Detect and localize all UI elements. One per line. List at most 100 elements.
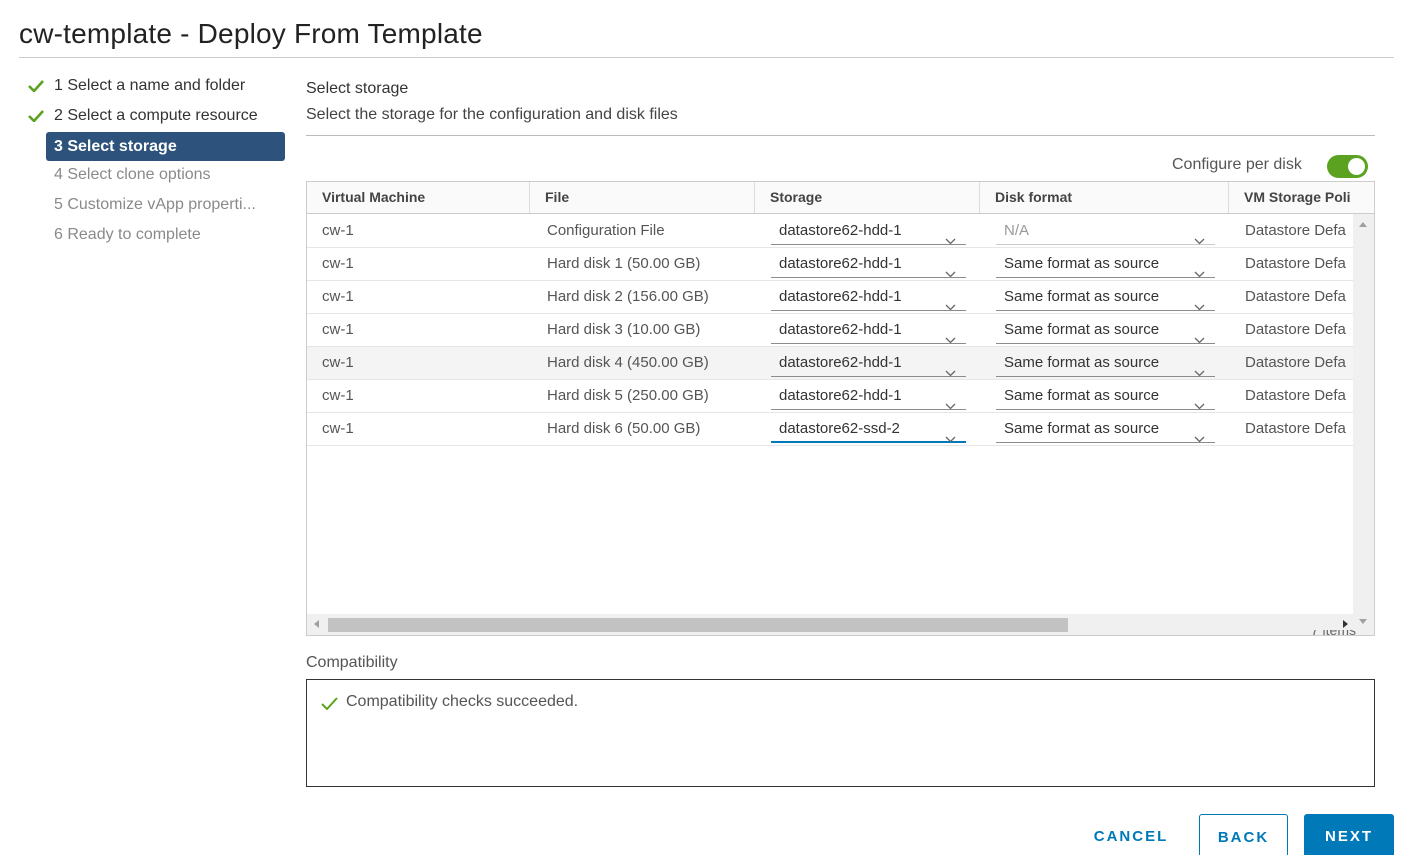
vm-name-cell: cw-1 <box>322 420 354 437</box>
disk-format-value: Same format as source <box>1004 255 1160 272</box>
storage-value: datastore62-hdd-1 <box>779 255 902 272</box>
storage-value: datastore62-hdd-1 <box>779 288 902 305</box>
storage-policy-cell: Datastore Defa <box>1245 222 1346 239</box>
storage-select[interactable]: datastore62-ssd-2 <box>771 416 966 443</box>
file-cell: Hard disk 6 (50.00 GB) <box>547 420 701 437</box>
chevron-down-icon <box>945 261 956 278</box>
storage-select[interactable]: datastore62-hdd-1 <box>771 383 966 410</box>
checkmark-icon <box>28 80 44 92</box>
vm-name-cell: cw-1 <box>322 387 354 404</box>
storage-policy-cell: Datastore Defa <box>1245 288 1346 305</box>
chevron-down-icon <box>1194 228 1205 245</box>
storage-grid: Virtual Machine File Storage Disk format… <box>306 181 1375 636</box>
disk-format-select[interactable]: Same format as source <box>996 284 1215 311</box>
step-customize-vapp: 5 Customize vApp properti... <box>20 191 285 221</box>
configure-per-disk-toggle[interactable] <box>1327 155 1368 178</box>
title-divider <box>19 57 1394 58</box>
step-select-name-folder[interactable]: 1 Select a name and folder <box>20 72 285 102</box>
disk-format-select[interactable]: Same format as source <box>996 317 1215 344</box>
storage-select[interactable]: datastore62-hdd-1 <box>771 251 966 278</box>
scroll-right-icon[interactable] <box>1343 620 1348 628</box>
storage-policy-cell: Datastore Defa <box>1245 387 1346 404</box>
cancel-button[interactable]: CANCEL <box>1080 814 1182 855</box>
table-row[interactable]: cw-1 Configuration File datastore62-hdd-1 N… <box>307 215 1354 248</box>
table-row[interactable]: cw-1 Hard disk 1 (50.00 GB) datastore62-hd… <box>307 248 1354 281</box>
step-ready-to-complete: 6 Ready to complete <box>20 221 285 251</box>
disk-format-select[interactable]: Same format as source <box>996 383 1215 410</box>
checkmark-icon <box>321 697 338 710</box>
vm-name-cell: cw-1 <box>322 321 354 338</box>
scroll-up-icon[interactable] <box>1359 222 1367 227</box>
file-cell: Hard disk 4 (450.00 GB) <box>547 354 709 371</box>
disk-format-select[interactable]: Same format as source <box>996 350 1215 377</box>
chevron-down-icon <box>945 294 956 311</box>
table-row[interactable]: cw-1 Hard disk 2 (156.00 GB) datastore62-h… <box>307 281 1354 314</box>
chevron-down-icon <box>1194 327 1205 344</box>
step-select-storage[interactable]: 3 Select storage <box>46 132 285 161</box>
disk-format-value: Same format as source <box>1004 387 1160 404</box>
disk-format-select[interactable]: Same format as source <box>996 416 1215 443</box>
storage-value: datastore62-hdd-1 <box>779 222 902 239</box>
disk-format-value: N/A <box>1004 222 1030 239</box>
column-header-vm-storage-policy[interactable]: VM Storage Poli <box>1229 182 1374 213</box>
wizard-steps: 1 Select a name and folder 2 Select a co… <box>20 72 285 251</box>
column-header-disk-format[interactable]: Disk format <box>980 182 1229 213</box>
disk-format-value: Same format as source <box>1004 354 1160 371</box>
storage-select[interactable]: datastore62-hdd-1 <box>771 284 966 311</box>
chevron-down-icon <box>945 228 956 245</box>
storage-select[interactable]: datastore62-hdd-1 <box>771 218 966 245</box>
storage-policy-cell: Datastore Defa <box>1245 354 1346 371</box>
column-header-file[interactable]: File <box>530 182 755 213</box>
section-title: Select storage <box>306 80 409 97</box>
section-divider <box>306 135 1375 136</box>
file-cell: Hard disk 5 (250.00 GB) <box>547 387 709 404</box>
storage-select[interactable]: datastore62-hdd-1 <box>771 350 966 377</box>
step-label: 4 Select clone options <box>54 166 211 183</box>
toggle-knob <box>1348 158 1365 175</box>
configure-per-disk-label: Configure per disk <box>1172 156 1302 173</box>
chevron-down-icon <box>1194 360 1205 377</box>
file-cell: Hard disk 3 (10.00 GB) <box>547 321 701 338</box>
column-header-storage[interactable]: Storage <box>755 182 980 213</box>
scroll-down-icon[interactable] <box>1359 619 1367 624</box>
table-row[interactable]: cw-1 Hard disk 4 (450.00 GB) datastore62-h… <box>307 347 1354 380</box>
back-button[interactable]: BACK <box>1199 814 1288 855</box>
page-title: cw-template - Deploy From Template <box>19 18 483 49</box>
chevron-down-icon <box>945 393 956 410</box>
storage-select[interactable]: datastore62-hdd-1 <box>771 317 966 344</box>
disk-format-value: Same format as source <box>1004 420 1160 437</box>
storage-policy-cell: Datastore Defa <box>1245 420 1346 437</box>
compatibility-message: Compatibility checks succeeded. <box>346 693 579 710</box>
chevron-down-icon <box>945 360 956 377</box>
storage-policy-cell: Datastore Defa <box>1245 321 1346 338</box>
chevron-down-icon <box>1194 393 1205 410</box>
table-row[interactable]: cw-1 Hard disk 6 (50.00 GB) datastore62-ss… <box>307 413 1354 446</box>
table-row[interactable]: cw-1 Hard disk 5 (250.00 GB) datastore62-h… <box>307 380 1354 413</box>
file-cell: Configuration File <box>547 222 665 239</box>
chevron-down-icon <box>1194 261 1205 278</box>
vm-name-cell: cw-1 <box>322 288 354 305</box>
section-subtitle: Select the storage for the configuration… <box>306 106 678 123</box>
item-count: 7 items <box>1300 630 1356 644</box>
step-select-compute-resource[interactable]: 2 Select a compute resource <box>20 102 285 132</box>
grid-header: Virtual Machine File Storage Disk format… <box>307 182 1374 214</box>
storage-policy-cell: Datastore Defa <box>1245 255 1346 272</box>
step-label: 6 Ready to complete <box>54 226 201 243</box>
scroll-left-icon[interactable] <box>314 620 319 628</box>
checkmark-icon <box>28 110 44 122</box>
disk-format-value: Same format as source <box>1004 288 1160 305</box>
horizontal-scrollbar[interactable] <box>307 614 1354 635</box>
vertical-scrollbar[interactable] <box>1353 214 1374 614</box>
step-label: 1 Select a name and folder <box>54 77 246 94</box>
table-row[interactable]: cw-1 Hard disk 3 (10.00 GB) datastore62-hd… <box>307 314 1354 347</box>
step-select-clone-options: 4 Select clone options <box>20 161 285 191</box>
column-header-virtual-machine[interactable]: Virtual Machine <box>307 182 530 213</box>
horizontal-scroll-thumb[interactable] <box>328 618 1068 632</box>
file-cell: Hard disk 2 (156.00 GB) <box>547 288 709 305</box>
next-button[interactable]: NEXT <box>1304 814 1394 855</box>
vm-name-cell: cw-1 <box>322 354 354 371</box>
vm-name-cell: cw-1 <box>322 255 354 272</box>
step-label: 3 Select storage <box>54 138 177 155</box>
chevron-down-icon <box>945 426 956 443</box>
disk-format-select[interactable]: Same format as source <box>996 251 1215 278</box>
